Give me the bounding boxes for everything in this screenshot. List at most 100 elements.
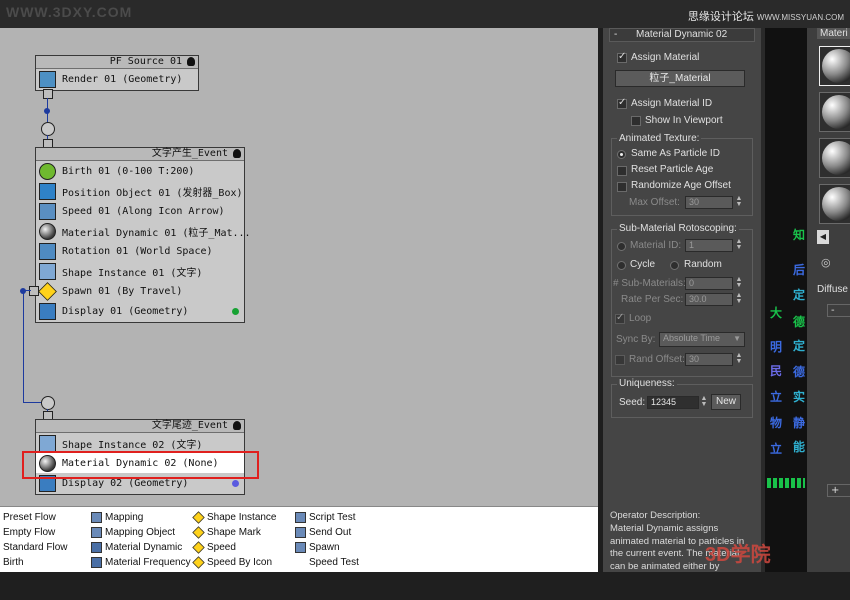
event-pf-source[interactable]: PF Source 01 Render 01 (Geometry) (35, 55, 199, 91)
material-sample-slot[interactable] (819, 46, 850, 86)
input-node[interactable] (41, 396, 55, 410)
operator-label: Birth 01 (0-100 T:200) (62, 165, 195, 177)
assign-material-checkbox[interactable] (617, 51, 627, 63)
depot-item[interactable]: Send Out (295, 527, 351, 538)
depot-item[interactable]: Script Test (295, 512, 356, 523)
depot-item[interactable]: Shape Mark (192, 526, 261, 539)
rollout-collapse-icon[interactable]: - (827, 304, 850, 317)
depot-item[interactable]: Mapping (91, 512, 143, 523)
lightbulb-icon[interactable] (187, 57, 195, 66)
cycle-radio[interactable] (617, 261, 626, 270)
random-radio[interactable] (670, 261, 679, 270)
watermark-bottom: 3D学院 (705, 544, 771, 566)
same-as-particle-id-radio[interactable] (617, 150, 626, 159)
standard-flow-label: Standard Flow (3, 542, 68, 553)
operator-row[interactable]: Speed 01 (Along Icon Arrow) (36, 201, 244, 221)
preview-glyph: 立 (770, 442, 783, 456)
lightbulb-icon[interactable] (233, 149, 241, 158)
operator-row[interactable]: Birth 01 (0-100 T:200) (36, 161, 244, 181)
loop-label: Loop (629, 313, 652, 324)
rand-offset-spinner-icon[interactable]: ▲ ▼ (735, 352, 743, 366)
material-sample-slot[interactable] (819, 138, 850, 178)
operator-depot: Preset Flow Empty Flow Standard Flow Bir… (0, 506, 598, 573)
scroll-left-icon[interactable]: ◀ (817, 230, 829, 244)
input-node[interactable] (41, 122, 55, 136)
randomize-age-offset-checkbox[interactable] (617, 182, 627, 192)
max-offset-field[interactable]: 30 (685, 196, 733, 209)
operator-row[interactable]: Position Object 01 (发射器_Box) (36, 181, 244, 201)
depot-item[interactable]: Shape Instance (192, 511, 277, 524)
material-id-spinner-icon[interactable]: ▲ ▼ (735, 238, 743, 252)
output-socket[interactable] (29, 286, 39, 296)
parameters-panel: - Material Dynamic 02 Assign Material 粒子… (603, 28, 761, 572)
material-sample-slot[interactable] (819, 92, 850, 132)
reset-particle-age-checkbox[interactable] (617, 166, 627, 176)
speed-by-icon-label: Speed By Icon (207, 557, 273, 568)
rate-per-sec-label: Rate Per Sec: (621, 294, 684, 305)
depot-item[interactable]: Empty Flow (3, 527, 55, 538)
material-id-field[interactable]: 1 (685, 239, 733, 252)
seed-label: Seed: (619, 397, 646, 408)
rand-offset-field[interactable]: 30 (685, 353, 733, 366)
event-title[interactable]: 文字尾迹_Event (36, 420, 244, 433)
operator-row[interactable]: Shape Instance 02 (文字) (36, 433, 244, 453)
wire (23, 290, 31, 291)
event-title[interactable]: PF Source 01 (36, 56, 198, 69)
show-in-viewport-checkbox[interactable] (631, 116, 641, 126)
lightbulb-icon[interactable] (233, 421, 241, 430)
bottom-bar (0, 572, 850, 600)
seed-field[interactable]: 12345 (647, 396, 699, 409)
output-socket[interactable] (43, 89, 53, 99)
operator-row[interactable]: Shape Instance 01 (文字) (36, 261, 244, 281)
collapse-icon[interactable]: - (614, 29, 617, 41)
rate-per-sec-spinner-icon[interactable]: ▲ ▼ (735, 292, 743, 306)
depot-item[interactable]: Speed Test (309, 557, 359, 568)
rate-per-sec-field[interactable]: 30.0 (685, 293, 733, 306)
material-id-radio[interactable] (617, 242, 626, 251)
depot-item[interactable]: Speed (192, 541, 236, 554)
depot-item[interactable]: Material Dynamic (91, 542, 182, 553)
material-button[interactable]: 粒子_Material (615, 70, 745, 87)
event-text-birth[interactable]: 文字产生_Event Birth 01 (0-100 T:200) Positi… (35, 147, 251, 323)
assign-material-id-checkbox[interactable] (617, 97, 627, 109)
depot-item[interactable]: Birth (3, 557, 24, 568)
operator-label: Render 01 (Geometry) (62, 73, 183, 85)
same-as-particle-id-label: Same As Particle ID (631, 148, 720, 159)
operator-row[interactable]: Material Dynamic 01 (粒子_Mat... (36, 221, 251, 241)
rollout-title: Material Dynamic 02 (636, 29, 728, 40)
depot-item[interactable]: Mapping Object (91, 527, 175, 538)
particle-view-canvas[interactable]: PF Source 01 Render 01 (Geometry) 文字产生_E… (0, 28, 598, 506)
max-offset-spinner-icon[interactable]: ▲ ▼ (735, 195, 743, 209)
sync-by-dropdown[interactable]: Absolute Time ▼ (659, 332, 745, 347)
operator-row[interactable]: Spawn 01 (By Travel) (36, 281, 244, 301)
rand-offset-checkbox[interactable] (615, 355, 625, 365)
material-sample-slot[interactable] (819, 184, 850, 224)
num-sub-materials-spinner-icon[interactable]: ▲ ▼ (735, 276, 743, 290)
loop-checkbox[interactable] (615, 312, 625, 324)
script-test-icon (295, 512, 306, 523)
new-seed-button[interactable]: New (711, 394, 741, 410)
depot-item[interactable]: Spawn (295, 542, 340, 553)
operator-row[interactable]: Display 01 (Geometry) (36, 301, 244, 321)
shape-instance-icon (39, 262, 56, 280)
depot-item[interactable]: Speed By Icon (192, 556, 273, 569)
rand-offset-label: Rand Offset: (629, 354, 685, 365)
cycle-label: Cycle (630, 259, 656, 270)
rollout-expand-icon[interactable]: + (827, 484, 850, 497)
depot-item[interactable]: Preset Flow (3, 512, 56, 523)
material-editor-tab[interactable]: Materi (817, 28, 850, 39)
operator-row[interactable]: Rotation 01 (World Space) (36, 241, 244, 261)
operator-label: Material Dynamic 01 (粒子_Mat... (62, 227, 251, 239)
sample-type-icon[interactable]: ◎ (821, 256, 835, 270)
num-sub-materials-field[interactable]: 0 (685, 277, 733, 290)
operator-row[interactable]: Render 01 (Geometry) (36, 69, 198, 89)
depot-item[interactable]: Standard Flow (3, 542, 67, 553)
event-title-text: 文字尾迹_Event (151, 420, 228, 431)
mapping-object-label: Mapping Object (105, 527, 176, 538)
send-out-label: Send Out (309, 527, 352, 538)
depot-item[interactable]: Material Frequency (91, 557, 191, 568)
rollout-header[interactable]: - Material Dynamic 02 (609, 28, 755, 42)
seed-spinner-icon[interactable]: ▲ ▼ (700, 395, 708, 409)
event-title[interactable]: 文字产生_Event (36, 148, 244, 161)
speed-icon (39, 202, 56, 220)
